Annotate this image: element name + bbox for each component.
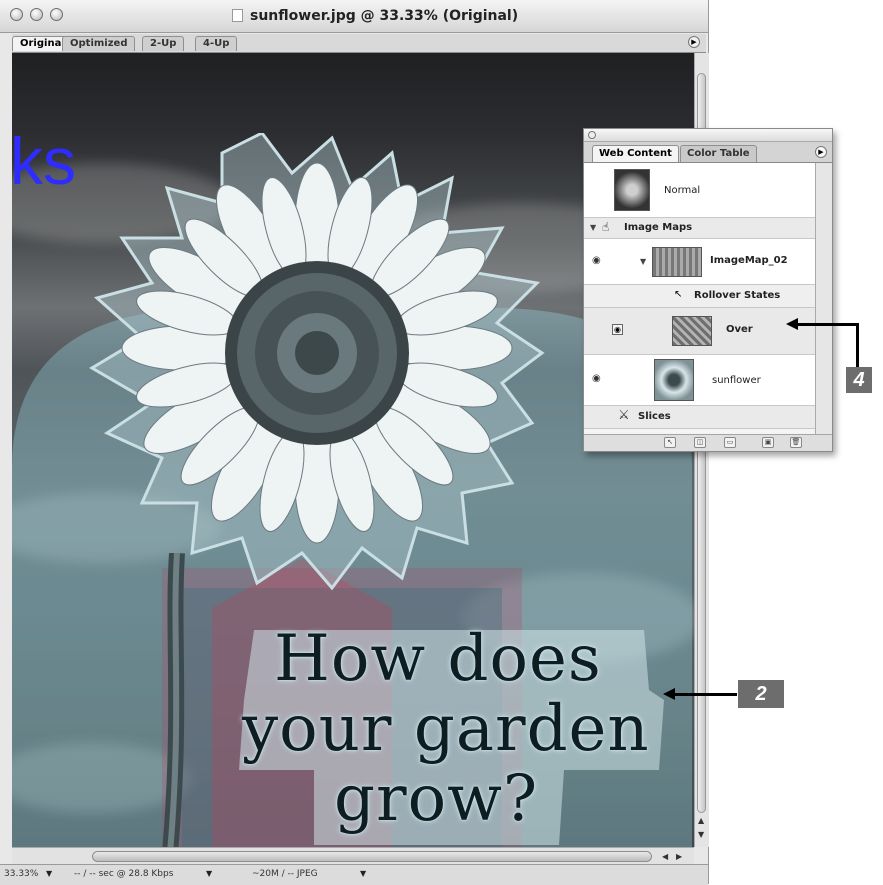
garden-line-3: grow? [334,762,539,836]
scroll-up-arrow-icon[interactable]: ▲ [698,816,704,825]
row-rollover-states[interactable]: ↖ Rollover States [584,285,815,308]
callout-line [856,323,859,367]
over-thumbnail [672,316,712,346]
sunflower-thumbnail [654,359,694,401]
over-label: Over [726,324,753,335]
scroll-right-arrow-icon[interactable]: ▶ [676,852,682,861]
horizontal-scroll-thumb[interactable] [92,851,652,862]
palette-title-bar[interactable] [584,129,832,142]
rollover-states-label: Rollover States [694,290,781,301]
close-window-button[interactable] [10,8,23,21]
palette-button-bar: ↖ ◫ ▭ ▣ 🗑 [584,434,832,451]
tab-4-up[interactable]: 4-Up [195,36,238,51]
normal-label: Normal [664,185,701,196]
document-icon [232,9,243,22]
row-normal[interactable]: Normal [584,163,815,218]
minimize-window-button[interactable] [30,8,43,21]
zoom-menu-arrow-icon[interactable]: ▼ [46,869,52,878]
title-bar: sunflower.jpg @ 33.33% (Original) [0,0,708,33]
imagemap-thumbnail [652,247,702,277]
tab-2-up[interactable]: 2-Up [142,36,185,51]
slices-label: Slices [638,411,671,422]
visibility-eye-icon[interactable]: ◉ [592,373,601,384]
palette-scrollbar[interactable] [815,163,832,434]
row-imagemap[interactable]: ◉ ▼ ImageMap_02 [584,239,815,285]
callout-line [796,323,858,326]
callout-2: 2 [738,680,784,708]
trash-icon[interactable]: 🗑 [790,437,802,448]
row-slices[interactable]: ⚔ Slices [584,406,815,429]
garden-text-block[interactable]: How does your garden grow? [234,620,664,847]
image-maps-label: Image Maps [624,222,693,233]
select-tool-icon[interactable]: ↖ [664,437,676,448]
palette-menu-icon[interactable]: ▶ [815,146,827,158]
window-title: sunflower.jpg @ 33.33% (Original) [250,8,519,24]
row-sunflower[interactable]: ◉ sunflower [584,355,815,406]
palette-tab-bar: Web Content Color Table ▶ [584,142,832,163]
callout-line [673,693,737,696]
slice-knife-icon: ⚔ [618,408,630,423]
view-tab-bar: Original Optimized 2-Up 4-Up ▶ [12,34,706,53]
disclosure-triangle-icon[interactable]: ▼ [640,257,646,266]
normal-thumbnail [614,169,650,211]
scroll-left-arrow-icon[interactable]: ◀ [662,852,668,861]
visibility-eye-icon[interactable]: ◉ [592,255,601,266]
rollover-icon: ↖ [674,289,683,300]
download-time: -- / -- sec @ 28.8 Kbps [74,869,174,879]
web-content-palette: Web Content Color Table ▶ Normal ▼ ☝ Ima… [583,128,833,452]
download-menu-arrow-icon[interactable]: ▼ [206,869,212,878]
scroll-down-arrow-icon[interactable]: ▼ [698,830,704,839]
palette-close-button[interactable] [588,131,596,139]
tab-web-content[interactable]: Web Content [592,145,679,162]
callout-4: 4 [846,367,872,393]
new-slice-icon[interactable]: ▭ [724,437,736,448]
hand-icon: ☝ [602,220,610,234]
state-toggle-icon[interactable]: ◉ [612,324,623,335]
disclosure-triangle-icon[interactable]: ▼ [590,223,596,232]
garden-line-2: your garden [242,692,650,766]
partial-heading: ks [12,124,76,198]
stem [162,553,185,847]
sunflower-label: sunflower [712,375,761,386]
tab-optimized[interactable]: Optimized [62,36,136,51]
create-rollover-icon[interactable]: ◫ [694,437,706,448]
new-state-icon[interactable]: ▣ [762,437,774,448]
size-menu-arrow-icon[interactable]: ▼ [360,869,366,878]
file-size: ~20M / -- JPEG [252,869,318,879]
zoom-level[interactable]: 33.33% [4,869,38,879]
tab-color-table[interactable]: Color Table [680,145,757,162]
sunflower-image[interactable] [82,133,552,593]
status-bar: 33.33% ▼ -- / -- sec @ 28.8 Kbps ▼ ~20M … [0,864,708,885]
row-over-state[interactable]: ◉ Over [584,308,815,355]
zoom-window-button[interactable] [50,8,63,21]
garden-line-1: How does [274,622,602,696]
imagemap-label: ImageMap_02 [710,255,788,266]
view-options-menu-icon[interactable]: ▶ [688,36,700,48]
horizontal-scrollbar[interactable]: ◀ ▶ [12,847,694,865]
row-image-maps[interactable]: ▼ ☝ Image Maps [584,218,815,239]
